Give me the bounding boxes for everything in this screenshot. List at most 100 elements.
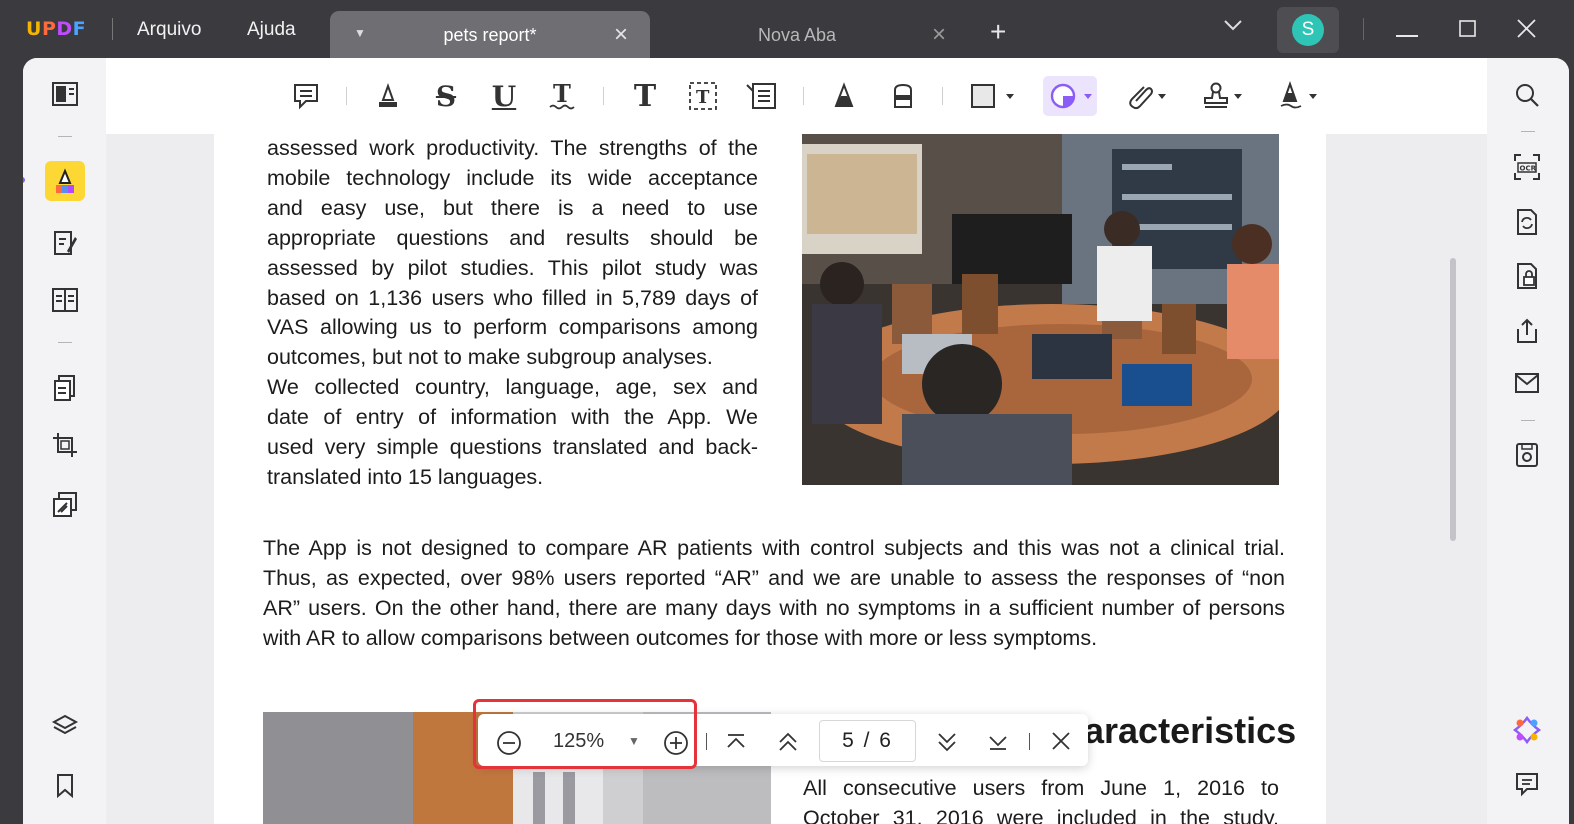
eraser-icon[interactable] bbox=[883, 76, 923, 116]
paragraph-left-column: assessed work productivity. The strength… bbox=[267, 134, 758, 493]
app-frame: S U T T T assessed work productivity. Th… bbox=[23, 58, 1569, 824]
previous-page-icon[interactable] bbox=[777, 731, 799, 753]
text-line: outcomes, but not to make subgroup analy… bbox=[267, 345, 713, 370]
comment-mode-icon[interactable] bbox=[45, 161, 85, 201]
first-page-icon[interactable] bbox=[725, 732, 747, 752]
right-sidebar: OCR bbox=[1487, 58, 1569, 824]
edit-pdf-icon[interactable] bbox=[45, 223, 85, 263]
window-divider bbox=[1363, 18, 1364, 40]
organize-pages-icon[interactable] bbox=[45, 368, 85, 408]
ai-assistant-icon[interactable] bbox=[1507, 710, 1547, 750]
section-heading: aracteristics bbox=[1084, 710, 1297, 751]
text-line: appropriate questions and results should… bbox=[267, 225, 758, 250]
paragraph-full-width: The App is not designed to compare AR pa… bbox=[263, 534, 1285, 654]
title-bar: UPDF Arquivo Ajuda ▼ pets report* × Nova… bbox=[0, 0, 1574, 62]
text-line: We collected country, language, age, sex… bbox=[267, 375, 758, 400]
navbar-divider bbox=[706, 733, 707, 750]
form-icon[interactable] bbox=[45, 280, 85, 320]
signature-icon[interactable] bbox=[1273, 76, 1323, 116]
text-line: Thus, as expected, over 98% users report… bbox=[263, 565, 1285, 590]
layers-icon[interactable] bbox=[45, 706, 85, 746]
tab-pets-report[interactable]: ▼ pets report* × bbox=[330, 11, 650, 62]
text-line: based on 1,136 users who filled in 5,789… bbox=[267, 285, 758, 310]
toolbar-divider bbox=[603, 87, 604, 105]
svg-text:T: T bbox=[553, 81, 571, 108]
title-divider bbox=[112, 18, 113, 40]
toolbar-divider bbox=[803, 87, 804, 105]
underline-icon[interactable]: U bbox=[484, 76, 524, 116]
svg-text:OCR: OCR bbox=[1520, 165, 1537, 173]
menu-arquivo[interactable]: Arquivo bbox=[137, 19, 201, 41]
text-line: and easy use, but there is a need to use bbox=[267, 195, 758, 220]
protect-pages-icon[interactable] bbox=[45, 485, 85, 525]
toolbar-divider bbox=[346, 87, 347, 105]
comment-icon[interactable] bbox=[286, 76, 326, 116]
bookmark-icon[interactable] bbox=[45, 766, 85, 806]
sidebar-divider bbox=[58, 342, 72, 343]
close-navbar-icon[interactable] bbox=[1051, 731, 1071, 751]
paragraph-right-column: All consecutive users from June 1, 2016 … bbox=[803, 774, 1279, 824]
convert-icon[interactable] bbox=[1507, 202, 1547, 242]
text-line: The App is not designed to compare AR pa… bbox=[263, 536, 1285, 560]
new-tab-icon[interactable]: + bbox=[990, 16, 1006, 48]
squiggly-icon[interactable]: T bbox=[542, 76, 582, 116]
textbox-icon[interactable]: T bbox=[683, 76, 723, 116]
text-line: All consecutive users from June 1, 2016 … bbox=[803, 776, 1279, 800]
search-icon[interactable] bbox=[1507, 75, 1547, 115]
text-line: used very simple questions translated an… bbox=[267, 435, 758, 460]
strikethrough-icon[interactable]: S bbox=[426, 76, 466, 116]
sidebar-divider bbox=[1521, 131, 1535, 132]
text-line: mobile technology include its wide accep… bbox=[267, 165, 758, 190]
maximize-icon[interactable] bbox=[1459, 20, 1476, 42]
text-line: date of entry of information with the Ap… bbox=[267, 405, 758, 430]
crop-icon[interactable] bbox=[45, 425, 85, 465]
text-callout-icon[interactable] bbox=[741, 76, 781, 116]
left-sidebar bbox=[23, 58, 106, 824]
next-page-icon[interactable] bbox=[936, 731, 958, 753]
sticker-icon[interactable] bbox=[1043, 76, 1097, 116]
share-icon[interactable] bbox=[1507, 311, 1547, 351]
tab-nova-aba[interactable]: Nova Aba × bbox=[652, 11, 952, 62]
page-number-input[interactable]: 5 / 6 bbox=[819, 720, 916, 762]
tab-label: Nova Aba bbox=[757, 25, 837, 45]
zoom-control-highlight bbox=[473, 699, 697, 769]
svg-text:T: T bbox=[696, 87, 710, 108]
comments-panel-icon[interactable] bbox=[1507, 764, 1547, 804]
email-icon[interactable] bbox=[1507, 363, 1547, 403]
active-mode-indicator bbox=[23, 177, 25, 183]
reader-icon[interactable] bbox=[45, 74, 85, 114]
vertical-scrollbar[interactable] bbox=[1450, 258, 1456, 541]
attachment-icon[interactable] bbox=[1122, 76, 1172, 116]
minimize-icon[interactable] bbox=[1396, 26, 1418, 44]
close-window-icon[interactable] bbox=[1517, 19, 1536, 43]
tabs-dropdown-icon[interactable] bbox=[1223, 18, 1243, 37]
pencil-icon[interactable] bbox=[824, 76, 864, 116]
shape-icon[interactable] bbox=[968, 76, 1018, 116]
text-line: translated into 15 languages. bbox=[267, 464, 544, 489]
tab-close-icon[interactable]: × bbox=[614, 21, 628, 49]
toolbar-divider bbox=[942, 87, 943, 105]
account-button[interactable]: S bbox=[1277, 7, 1339, 53]
text-line: assessed by pilot studies. This pilot st… bbox=[267, 255, 758, 280]
save-icon[interactable] bbox=[1507, 435, 1547, 475]
tab-close-icon[interactable]: × bbox=[932, 21, 946, 49]
text-line: with AR to allow comparisons between out… bbox=[263, 625, 1098, 650]
tab-label: pets report* bbox=[443, 25, 537, 45]
text-icon[interactable]: T bbox=[625, 76, 665, 116]
text-line: VAS allowing us to perform comparisons a… bbox=[267, 315, 758, 340]
ocr-icon[interactable]: OCR bbox=[1507, 147, 1547, 187]
avatar: S bbox=[1292, 14, 1324, 46]
text-line: assessed work productivity. The strength… bbox=[267, 136, 758, 160]
navbar-divider bbox=[1029, 733, 1030, 750]
comment-toolbar: S U T T T bbox=[106, 58, 1487, 134]
highlight-icon[interactable] bbox=[368, 76, 408, 116]
sidebar-divider bbox=[1521, 420, 1535, 421]
sidebar-divider bbox=[58, 136, 72, 137]
last-page-icon[interactable] bbox=[987, 732, 1009, 752]
text-line: October 31, 2016 were included in the st… bbox=[803, 805, 1279, 824]
protect-icon[interactable] bbox=[1507, 256, 1547, 296]
stamp-icon[interactable] bbox=[1198, 76, 1248, 116]
menu-ajuda[interactable]: Ajuda bbox=[247, 19, 296, 41]
meeting-photo bbox=[802, 134, 1279, 485]
text-line: AR” users. On the other hand, there are … bbox=[263, 595, 1285, 620]
